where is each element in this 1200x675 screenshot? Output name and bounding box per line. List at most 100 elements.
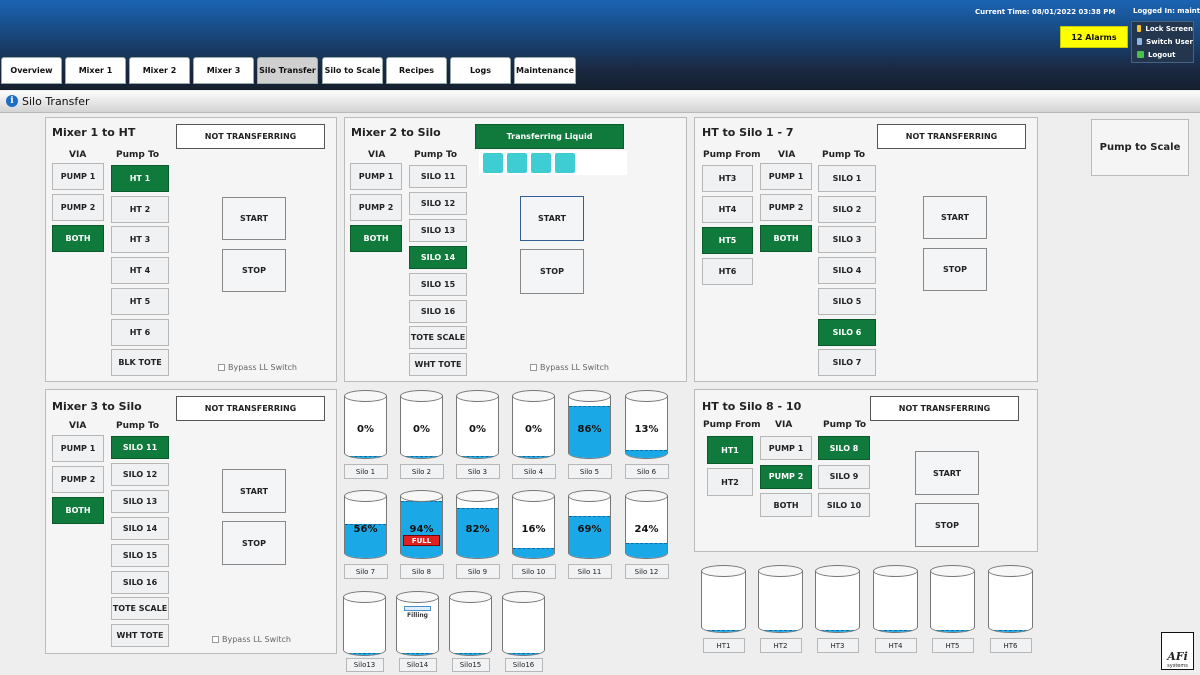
stop-button[interactable]: STOP	[915, 503, 979, 547]
pump-to-button-silo-7[interactable]: SILO 7	[818, 349, 876, 377]
start-button[interactable]: START	[222, 469, 286, 513]
via-button-pump-1[interactable]: PUMP 1	[52, 435, 104, 462]
tank-top	[456, 490, 499, 502]
via-button-both[interactable]: BOTH	[350, 225, 402, 252]
pump-to-button-silo-12[interactable]: SILO 12	[111, 462, 169, 486]
via-button-pump-2[interactable]: PUMP 2	[52, 194, 104, 221]
tab-logs[interactable]: Logs	[450, 57, 511, 84]
stop-button[interactable]: STOP	[222, 249, 286, 292]
page-title-bar: i Silo Transfer	[0, 91, 1200, 113]
page-title: Silo Transfer	[22, 95, 90, 108]
pump-to-button-ht-3[interactable]: HT 3	[111, 226, 169, 254]
bypass-ll-switch[interactable]: Bypass LL Switch	[530, 363, 609, 372]
tab-recipes[interactable]: Recipes	[386, 57, 447, 84]
tank-percent: 0%	[469, 424, 486, 435]
start-button[interactable]: START	[520, 196, 584, 241]
pump-to-button-silo-1[interactable]: SILO 1	[818, 165, 876, 192]
pump-to-button-ht-5[interactable]: HT 5	[111, 287, 169, 315]
pump-from-button-ht5[interactable]: HT5	[702, 227, 753, 254]
logout-item[interactable]: Logout	[1132, 48, 1193, 61]
start-button[interactable]: START	[915, 451, 979, 495]
via-button-pump-2[interactable]: PUMP 2	[350, 194, 402, 221]
pump-to-button-silo-13[interactable]: SILO 13	[111, 489, 169, 513]
pump-from-button-ht4[interactable]: HT4	[702, 196, 753, 223]
pump-from-button-ht3[interactable]: HT3	[702, 165, 753, 192]
pump-to-button-silo-15[interactable]: SILO 15	[111, 543, 169, 567]
liquid-level	[344, 652, 385, 655]
start-button[interactable]: START	[923, 196, 987, 239]
bypass-ll-switch[interactable]: Bypass LL Switch	[218, 363, 297, 372]
pump-from-button-ht2[interactable]: HT2	[707, 468, 753, 496]
pump-to-button-silo-6[interactable]: SILO 6	[818, 318, 876, 346]
tank-top	[701, 565, 746, 577]
liquid-level	[626, 543, 667, 558]
pump-to-button-blk-tote[interactable]: BLK TOTE	[111, 349, 169, 377]
tab-overview[interactable]: Overview	[1, 57, 62, 84]
stop-button[interactable]: STOP	[520, 249, 584, 294]
tab-silo-to-scale[interactable]: Silo to Scale	[322, 57, 383, 84]
via-button-pump-1[interactable]: PUMP 1	[52, 163, 104, 190]
via-button-both[interactable]: BOTH	[760, 225, 812, 252]
stop-button[interactable]: STOP	[923, 248, 987, 291]
pump-to-button-ht-6[interactable]: HT 6	[111, 318, 169, 346]
pump-to-button-silo-9[interactable]: SILO 9	[818, 464, 870, 489]
pump-to-button-silo-12[interactable]: SILO 12	[409, 191, 467, 215]
alarms-button[interactable]: 12 Alarms	[1060, 26, 1128, 48]
tab-silo-transfer[interactable]: Silo Transfer	[257, 57, 318, 84]
tank-body	[449, 597, 492, 656]
switch-user-item[interactable]: Switch User	[1132, 35, 1193, 48]
pump-to-button-silo-4[interactable]: SILO 4	[818, 257, 876, 285]
pump-to-button-tote-scale[interactable]: TOTE SCALE	[409, 326, 467, 350]
via-button-pump-1[interactable]: PUMP 1	[760, 436, 812, 460]
via-button-pump-2[interactable]: PUMP 2	[760, 194, 812, 221]
pump-to-button-silo-3[interactable]: SILO 3	[818, 226, 876, 254]
tank-top	[873, 565, 918, 577]
pump-to-button-silo-13[interactable]: SILO 13	[409, 218, 467, 242]
pump-to-button-ht-1[interactable]: HT 1	[111, 165, 169, 192]
start-button[interactable]: START	[222, 197, 286, 240]
pump-to-button-silo-2[interactable]: SILO 2	[818, 195, 876, 223]
via-button-pump-1[interactable]: PUMP 1	[350, 163, 402, 190]
tank-top	[625, 390, 668, 402]
tank-label: Silo 3	[455, 464, 500, 479]
pump-to-button-silo-11[interactable]: SILO 11	[111, 436, 169, 459]
via-button-both[interactable]: BOTH	[760, 493, 812, 517]
via-button-both[interactable]: BOTH	[52, 497, 104, 524]
filling-label: Filling	[407, 612, 428, 619]
tank-percent: 0%	[525, 424, 542, 435]
tab-mixer-3[interactable]: Mixer 3	[193, 57, 254, 84]
tab-maintenance[interactable]: Maintenance	[514, 57, 576, 84]
bypass-ll-switch[interactable]: Bypass LL Switch	[212, 635, 291, 644]
pump-to-button-wht-tote[interactable]: WHT TOTE	[409, 353, 467, 377]
pump-to-scale-button[interactable]: Pump to Scale	[1091, 119, 1189, 176]
tab-mixer-2[interactable]: Mixer 2	[129, 57, 190, 84]
pump-to-button-silo-15[interactable]: SILO 15	[409, 272, 467, 296]
pump-to-button-silo-16[interactable]: SILO 16	[409, 299, 467, 323]
via-label: VIA	[69, 150, 87, 160]
mixer3-panel: Mixer 3 to Silo NOT TRANSFERRING VIA Pum…	[45, 389, 337, 654]
pump-to-button-silo-10[interactable]: SILO 10	[818, 493, 870, 517]
pump-to-button-silo-14[interactable]: SILO 14	[409, 245, 467, 269]
pump-to-button-wht-tote[interactable]: WHT TOTE	[111, 624, 169, 648]
pump-to-button-silo-11[interactable]: SILO 11	[409, 165, 467, 188]
via-button-pump-2[interactable]: PUMP 2	[760, 464, 812, 489]
pump-to-button-silo-14[interactable]: SILO 14	[111, 516, 169, 540]
pump-to-button-ht-4[interactable]: HT 4	[111, 257, 169, 285]
lock-screen-item[interactable]: Lock Screen	[1132, 22, 1193, 35]
pump-to-button-silo-5[interactable]: SILO 5	[818, 287, 876, 315]
via-button-pump-2[interactable]: PUMP 2	[52, 466, 104, 493]
bypass-label: Bypass LL Switch	[228, 363, 297, 372]
panel-title: Mixer 3 to Silo	[52, 400, 142, 413]
logout-label: Logout	[1148, 50, 1176, 59]
pump-to-button-silo-8[interactable]: SILO 8	[818, 436, 870, 460]
lock-screen-label: Lock Screen	[1145, 24, 1193, 33]
stop-button[interactable]: STOP	[222, 521, 286, 565]
pump-to-button-ht-2[interactable]: HT 2	[111, 195, 169, 223]
via-button-both[interactable]: BOTH	[52, 225, 104, 252]
pump-from-button-ht1[interactable]: HT1	[707, 436, 753, 464]
via-button-pump-1[interactable]: PUMP 1	[760, 163, 812, 190]
tab-mixer-1[interactable]: Mixer 1	[65, 57, 126, 84]
pump-to-button-tote-scale[interactable]: TOTE SCALE	[111, 597, 169, 621]
pump-from-button-ht6[interactable]: HT6	[702, 258, 753, 285]
pump-to-button-silo-16[interactable]: SILO 16	[111, 570, 169, 594]
